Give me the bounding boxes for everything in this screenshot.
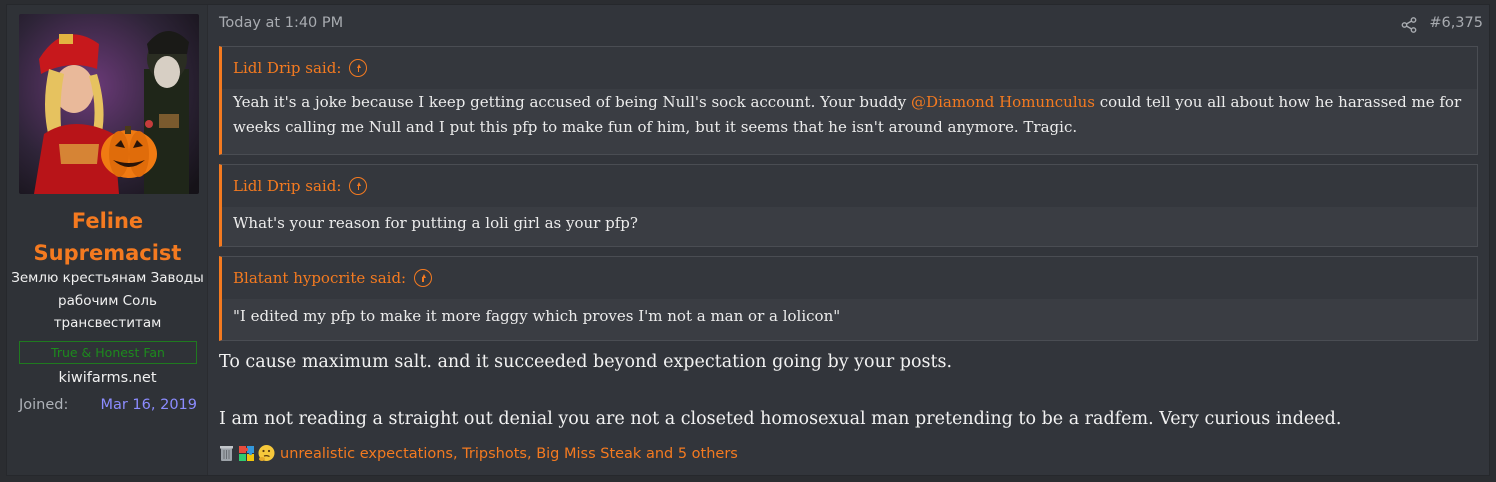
quote-block: Lidl Drip said: What's your reason for p… <box>219 164 1478 247</box>
thinking-face-icon <box>258 445 275 461</box>
avatar[interactable] <box>19 14 199 194</box>
quote-author[interactable]: Lidl Drip said: <box>233 59 341 77</box>
quote-block: Lidl Drip said: Yeah it's a joke because… <box>219 46 1478 155</box>
jump-up-icon[interactable] <box>349 59 368 77</box>
joined-label: Joined: <box>19 397 69 413</box>
forum-post: Feline Supremacist Землю крестьянам Заво… <box>6 4 1490 476</box>
quote-text-part: Yeah it's a joke because I keep getting … <box>233 93 912 111</box>
post-number[interactable]: #6,375 <box>1429 15 1483 31</box>
joined-date: Mar 16, 2019 <box>100 397 197 413</box>
jump-up-icon[interactable] <box>414 269 433 287</box>
trash-can-icon <box>220 446 233 461</box>
quote-text: What's your reason for putting a loli gi… <box>233 214 638 232</box>
quote-author[interactable]: Lidl Drip said: <box>233 177 341 195</box>
quote-block: Blatant hypocrite said: "I edited my pfp… <box>219 256 1478 341</box>
user-site: kiwifarms.net <box>58 370 157 386</box>
username[interactable]: Feline Supremacist <box>7 205 208 269</box>
post-content: Today at 1:40 PM #6,375 Lidl Drip said: … <box>208 5 1489 475</box>
reply-text: I am not reading a straight out denial y… <box>219 409 1342 429</box>
user-title: Землю крестьянам Заводы рабочим Соль тра… <box>11 270 204 331</box>
jump-up-icon[interactable] <box>349 177 368 195</box>
user-mention-link[interactable]: @Diamond Homunculus <box>911 93 1095 111</box>
quote-header[interactable]: Lidl Drip said: <box>222 47 1477 89</box>
quote-header[interactable]: Lidl Drip said: <box>222 165 1477 207</box>
user-sidebar: Feline Supremacist Землю крестьянам Заво… <box>7 5 208 475</box>
reactions-summary-link[interactable]: unrealistic expectations, Tripshots, Big… <box>280 446 738 462</box>
quote-text: "I edited my pfp to make it more faggy w… <box>233 307 841 325</box>
quote-author[interactable]: Blatant hypocrite said: <box>233 269 406 287</box>
quote-text: Yeah it's a joke because I keep getting … <box>222 89 1477 140</box>
user-banner: True & Honest Fan <box>19 341 197 364</box>
post-timestamp[interactable]: Today at 1:40 PM <box>219 15 343 31</box>
puzzle-icon <box>239 446 254 461</box>
share-icon[interactable] <box>1401 17 1417 33</box>
reply-text: To cause maximum salt. and it succeeded … <box>219 352 953 372</box>
reactions-bar[interactable]: unrealistic expectations, Tripshots, Big… <box>217 444 738 463</box>
quote-header[interactable]: Blatant hypocrite said: <box>222 257 1477 299</box>
